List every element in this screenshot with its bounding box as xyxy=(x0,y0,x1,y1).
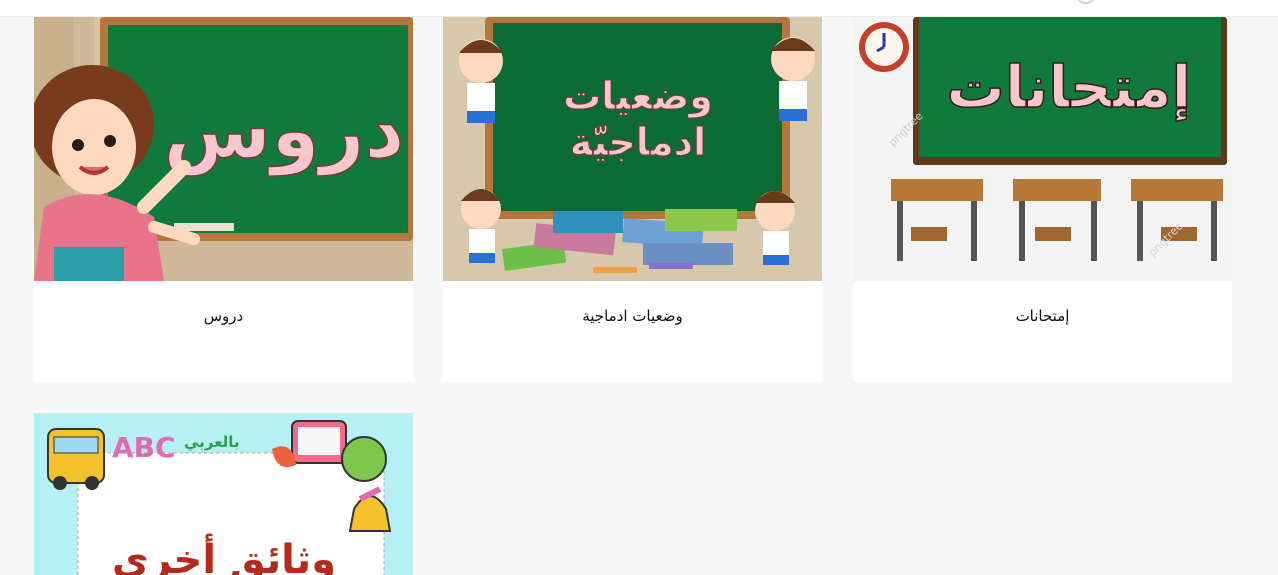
card-thumbnail-lessons: دروس xyxy=(34,17,413,281)
card-caption[interactable]: دروس xyxy=(34,307,413,325)
board-title-text: إمتحانات xyxy=(947,53,1192,122)
board-line-2-text: ادماجيّة xyxy=(570,120,706,164)
card-thumbnail-other-documents: ABC بالعربي وثائق أخرى xyxy=(34,413,413,575)
board-line-1-text: وضعيات xyxy=(563,74,713,119)
clock-icon xyxy=(859,22,909,72)
category-card-exams[interactable]: إمتحانات pngtree pngtree إمتحانات xyxy=(853,17,1232,382)
category-card-lessons[interactable]: دروس دروس xyxy=(34,17,413,382)
card-thumbnail-integration: وضعيات ادماجيّة xyxy=(443,17,822,281)
card-thumbnail-exams: إمتحانات pngtree pngtree xyxy=(853,17,1232,281)
monitor-icon xyxy=(291,420,347,464)
card-caption[interactable]: وضعيات ادماجية xyxy=(443,307,822,325)
header-icon[interactable] xyxy=(1076,0,1096,4)
card-caption[interactable]: إمتحانات xyxy=(853,307,1232,325)
top-header-bar xyxy=(0,0,1278,17)
letters-abc-icon: ABC xyxy=(112,431,176,464)
kids-frame-illustration: ABC بالعربي وثائق أخرى xyxy=(34,413,413,575)
apple-icon xyxy=(341,436,387,482)
classroom-desks-illustration: إمتحانات pngtree pngtree xyxy=(853,17,1232,281)
school-bus-icon xyxy=(47,428,105,490)
category-card-other-documents[interactable]: ABC بالعربي وثائق أخرى xyxy=(34,413,413,575)
category-card-integration[interactable]: وضعيات ادماجيّة وضعيات ادماجية xyxy=(443,17,822,382)
teacher-chalkboard-illustration: دروس xyxy=(34,17,413,281)
board-title-text: دروس xyxy=(163,86,404,176)
logo-text: بالعربي xyxy=(184,433,240,451)
board-title-text: وثائق أخرى xyxy=(112,533,336,575)
kids-chalkboard-books-illustration: وضعيات ادماجيّة xyxy=(443,17,822,281)
